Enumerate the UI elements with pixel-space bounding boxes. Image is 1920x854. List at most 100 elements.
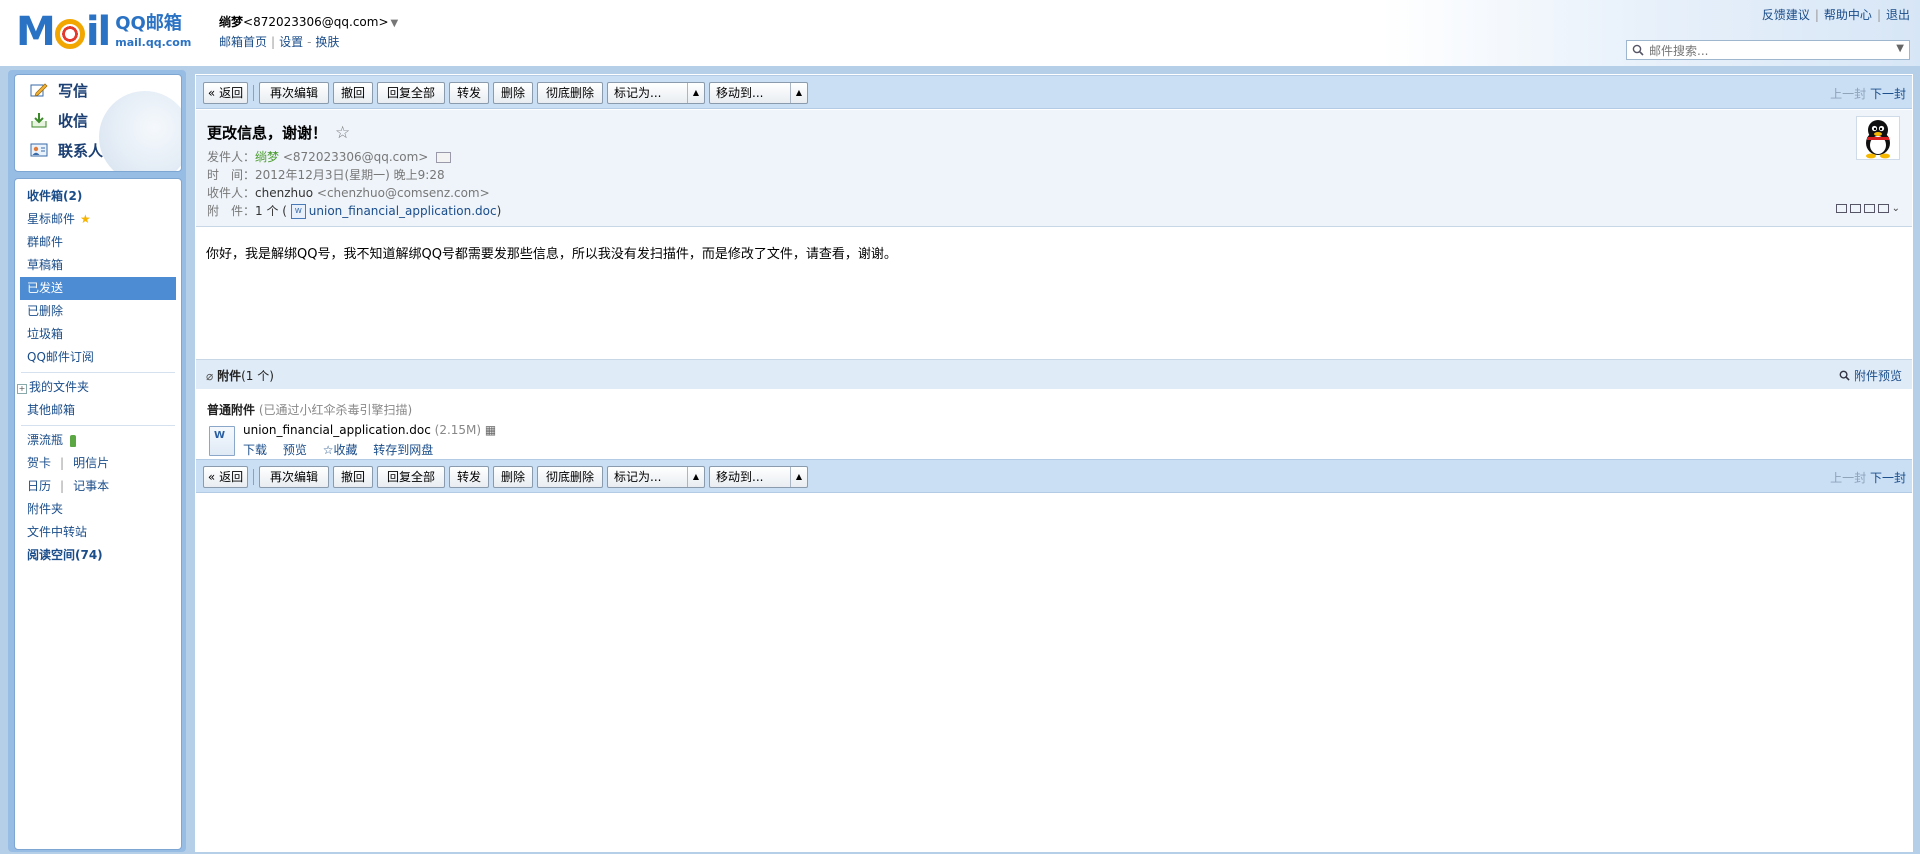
compose-button[interactable]: 写信 — [15, 75, 181, 105]
move-to-dropdown[interactable]: 移动到... ▲ — [709, 82, 808, 104]
prev-mail-link[interactable]: 上一封 — [1830, 87, 1866, 101]
expand-icon[interactable]: + — [17, 384, 27, 394]
app-calendar[interactable]: 日历 — [27, 479, 51, 493]
next-mail-link[interactable]: 下一封 — [1870, 87, 1906, 101]
permanent-delete-button[interactable]: 彻底删除 — [537, 466, 603, 488]
search-input[interactable] — [1647, 42, 1891, 60]
logo-url: mail.qq.com — [115, 36, 192, 49]
next-mail-link[interactable]: 下一封 — [1870, 471, 1906, 485]
dropdown-arrows-icon: ▲ — [790, 83, 807, 103]
reedit-button[interactable]: 再次编辑 — [259, 82, 329, 104]
back-button[interactable]: « 返回 — [203, 466, 248, 488]
folder-group[interactable]: 群邮件 — [15, 231, 181, 254]
dropdown-arrows-icon: ▲ — [790, 467, 807, 487]
folder-sent[interactable]: 已发送 — [20, 277, 176, 300]
favorite-link[interactable]: ☆收藏 — [323, 443, 358, 457]
contact-card-icon[interactable] — [436, 152, 452, 163]
back-button[interactable]: « 返回 — [203, 82, 248, 104]
chevron-down-icon[interactable]: ⌄ — [1892, 204, 1900, 214]
mark-as-dropdown[interactable]: 标记为... ▲ — [607, 82, 705, 104]
folder-inbox[interactable]: 收件箱(2) — [15, 185, 181, 208]
prev-mail-link[interactable]: 上一封 — [1830, 471, 1866, 485]
forward-button[interactable]: 转发 — [449, 82, 489, 104]
folder-spam[interactable]: 垃圾箱 — [15, 323, 181, 346]
permanent-delete-button[interactable]: 彻底删除 — [537, 82, 603, 104]
folder-drafts[interactable]: 草稿箱 — [15, 254, 181, 277]
folder-starred[interactable]: 星标邮件 ★ — [15, 208, 181, 231]
folder-list: 收件箱(2) 星标邮件 ★ 群邮件 草稿箱 已发送 已删除 垃圾箱 QQ邮件订阅 … — [14, 178, 182, 850]
star-icon: ★ — [80, 212, 91, 226]
attachment-row: 附 件：1 个 ( Wunion_financial_application.d… — [207, 204, 502, 219]
save-icon[interactable] — [1863, 204, 1875, 213]
logo-brand: QQ邮箱 mail.qq.com — [115, 13, 191, 51]
header-attachment-link[interactable]: union_financial_application.doc — [309, 204, 497, 218]
folder-subscription[interactable]: QQ邮件订阅 — [15, 346, 181, 369]
divider — [21, 425, 175, 426]
qr-code-icon[interactable]: ▦ — [485, 423, 496, 437]
reedit-button[interactable]: 再次编辑 — [259, 466, 329, 488]
compose-icon — [30, 83, 48, 97]
nav-skin[interactable]: 换肤 — [315, 35, 339, 49]
attachment-preview-link[interactable]: 附件预览 — [1839, 367, 1902, 384]
app-drift-bottle[interactable]: 漂流瓶 — [15, 429, 181, 452]
dropdown-arrows-icon: ▲ — [687, 83, 704, 103]
user-name: 绱梦 — [219, 15, 244, 29]
attachment-file-name: union_financial_application.doc (2.15M) … — [243, 423, 497, 437]
dropdown-arrows-icon: ▲ — [687, 467, 704, 487]
nav-mail-home[interactable]: 邮箱首页 — [219, 35, 267, 49]
download-link[interactable]: 下载 — [243, 443, 267, 457]
bottom-toolbar: « 返回 再次编辑 撤回 回复全部 转发 删除 彻底删除 标记为... ▲ 移动到… — [196, 459, 1912, 493]
app-reading-space[interactable]: 阅读空间(74) — [15, 544, 181, 567]
inbox-button[interactable]: 收信 — [15, 105, 181, 135]
mark-as-dropdown[interactable]: 标记为... ▲ — [607, 466, 705, 488]
folder-other-mailbox[interactable]: 其他邮箱 — [15, 399, 181, 422]
reply-all-button[interactable]: 回复全部 — [377, 466, 445, 488]
recipient-row: 收件人：chenzhuo <chenzhuo@comsenz.com> — [207, 186, 490, 200]
folder-deleted[interactable]: 已删除 — [15, 300, 181, 323]
app-notebook[interactable]: 记事本 — [73, 479, 109, 493]
search-dropdown-icon[interactable]: ▼ — [1896, 43, 1904, 54]
delete-button[interactable]: 删除 — [493, 466, 533, 488]
folder-my-folders[interactable]: + 我的文件夹 — [15, 376, 181, 399]
recipient-name[interactable]: chenzhuo — [255, 186, 313, 200]
print-preview-icon[interactable] — [1849, 204, 1861, 213]
logout-link[interactable]: 退出 — [1886, 8, 1910, 22]
save-to-netdisk-link[interactable]: 转存到网盘 — [373, 443, 433, 457]
preview-link[interactable]: 预览 — [283, 443, 307, 457]
move-to-dropdown[interactable]: 移动到... ▲ — [709, 466, 808, 488]
app-calendar-row: 日历 | 记事本 — [27, 479, 110, 493]
mail-time: 2012年12月3日(星期一) 晚上9:28 — [255, 168, 445, 182]
paperclip-icon: ⌀ — [206, 369, 214, 383]
recall-button[interactable]: 撤回 — [333, 82, 373, 104]
forward-button[interactable]: 转发 — [449, 466, 489, 488]
sender-name[interactable]: 绱梦 — [255, 150, 279, 164]
mail-subject: 更改信息，谢谢！ ☆ — [207, 123, 351, 143]
delete-button[interactable]: 删除 — [493, 82, 533, 104]
app-postcard[interactable]: 明信片 — [73, 456, 109, 470]
app-cards-row: 贺卡 | 明信片 — [27, 456, 110, 470]
app-frame: 写信 收信 联系人 收件箱(2) 星标邮件 ★ 群邮件 草稿箱 已发送 已删除 垃… — [0, 66, 1920, 854]
recipient-email: <chenzhuo@comsenz.com> — [316, 186, 490, 200]
mail-search[interactable]: ▼ — [1626, 40, 1910, 60]
qq-penguin-avatar[interactable] — [1856, 116, 1900, 160]
recall-button[interactable]: 撤回 — [333, 466, 373, 488]
feedback-link[interactable]: 反馈建议 — [1762, 8, 1810, 22]
app-attachment-folder[interactable]: 附件夹 — [15, 498, 181, 521]
mail-read-pane: « 返回 再次编辑 撤回 回复全部 转发 删除 彻底删除 标记为... ▲ 移动到… — [195, 74, 1913, 852]
user-menu-caret-icon[interactable]: ▼ — [391, 18, 399, 29]
bottle-icon — [70, 434, 77, 447]
star-outline-icon[interactable]: ☆ — [335, 123, 350, 143]
mail-header: 更改信息，谢谢！ ☆ 发件人：绱梦 <872023306@qq.com> 时 间：… — [196, 110, 1912, 227]
user-info: 绱梦<872023306@qq.com> ▼ 邮箱首页 | 设置 - 换肤 — [219, 15, 399, 49]
print-icon[interactable] — [1877, 204, 1889, 213]
app-greeting-card[interactable]: 贺卡 — [27, 456, 51, 470]
attachments-header: ⌀ 附件(1 个) 附件预览 — [196, 359, 1912, 390]
app-file-transfer[interactable]: 文件中转站 — [15, 521, 181, 544]
contacts-button[interactable]: 联系人 — [15, 135, 181, 165]
reply-all-button[interactable]: 回复全部 — [377, 82, 445, 104]
mail-body: 你好，我是解绑QQ号，我不知道解绑QQ号都需要发那些信息，所以我没有发扫描件，而… — [206, 247, 897, 262]
nav-settings[interactable]: 设置 — [279, 35, 303, 49]
help-link[interactable]: 帮助中心 — [1824, 8, 1872, 22]
new-window-icon[interactable] — [1835, 204, 1847, 213]
qq-mail-logo[interactable]: Mil QQ邮箱 mail.qq.com — [16, 10, 191, 54]
